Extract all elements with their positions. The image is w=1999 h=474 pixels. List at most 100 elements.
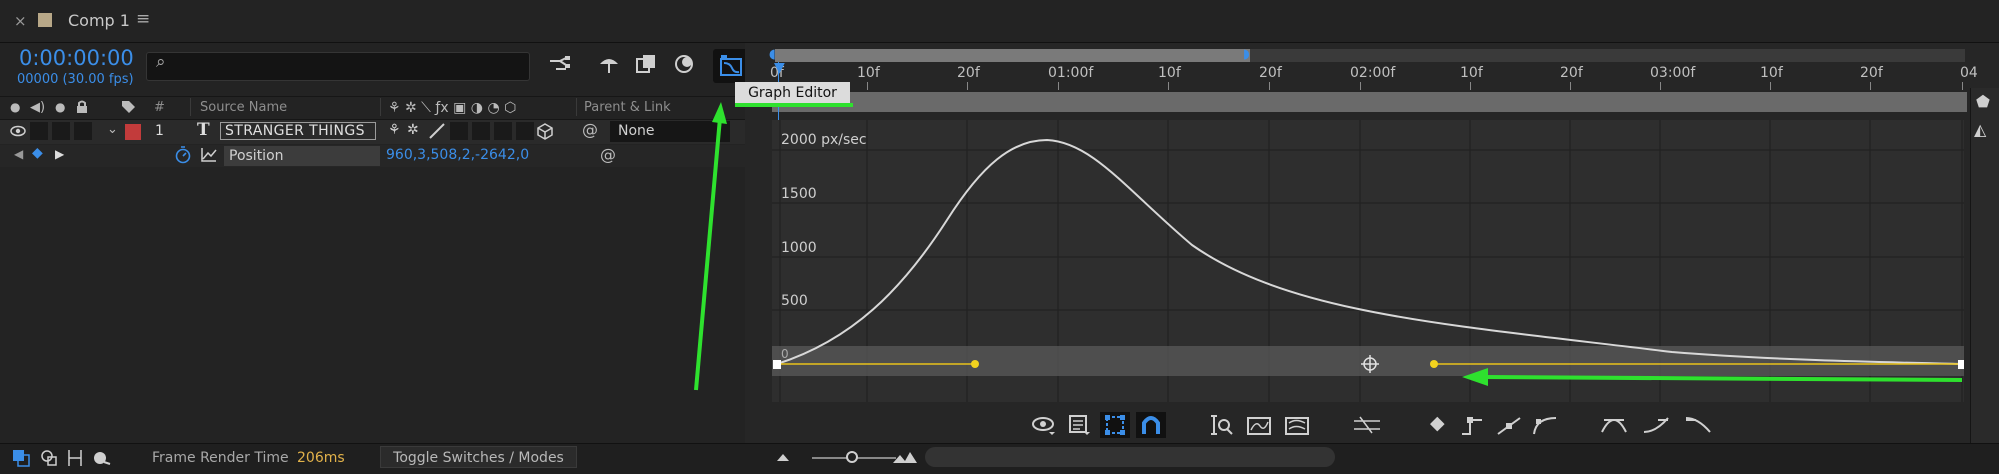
bezier-handle-left: [971, 360, 979, 368]
convert-hold-icon[interactable]: ◆: [1430, 412, 1445, 434]
effects-switch[interactable]: [450, 122, 468, 140]
frame-render-time-label: Frame Render Time: [152, 450, 289, 466]
column-separator: [380, 98, 381, 116]
current-time-indicator[interactable]: ▼: [774, 60, 785, 76]
parent-pick-whip-icon[interactable]: @: [582, 120, 598, 139]
motion-blur-switch[interactable]: [494, 122, 512, 140]
convert-to-linear-icon[interactable]: [1496, 414, 1522, 436]
ruler-tick-label: 10f: [857, 65, 880, 81]
zoom-out-icon[interactable]: [774, 450, 792, 464]
zoom-in-icon[interactable]: [892, 449, 918, 465]
modes-pane-icon[interactable]: [40, 449, 58, 467]
layer-number-header: #: [154, 100, 165, 115]
stopwatch-icon[interactable]: [174, 146, 192, 164]
edit-selected-keyframes-icon[interactable]: [1352, 414, 1382, 436]
quality-switch-icon[interactable]: [428, 123, 446, 139]
ruler-tick-label: 10f: [1460, 65, 1483, 81]
lock-switch[interactable]: [74, 122, 92, 140]
convert-to-auto-bezier-icon[interactable]: [1532, 414, 1558, 436]
velocity-curve: [776, 138, 1963, 365]
visibility-eye-icon[interactable]: [10, 125, 26, 137]
annotation-arrow-left: [1481, 375, 1963, 382]
switches-header-icons: ⚘ ✲ ⟍ ƒx ▣ ◑ ◔ ⬡: [388, 100, 517, 116]
ruler-tick: [1269, 82, 1270, 90]
keyframe-start: [773, 360, 781, 369]
close-tab-icon[interactable]: ×: [14, 12, 27, 30]
expression-pick-whip-icon[interactable]: @: [600, 145, 616, 164]
selection-band: [772, 346, 1964, 376]
snap-magnet-icon[interactable]: [1140, 414, 1162, 436]
layer-switches-pane-icon[interactable]: [12, 449, 30, 467]
tab-menu-icon[interactable]: ≡: [136, 9, 150, 29]
frame-blending-icon[interactable]: [635, 53, 659, 75]
zoom-slider-thumb[interactable]: [846, 451, 858, 463]
position-value[interactable]: 960,3,508,2,-2642,0: [386, 147, 529, 163]
layer-duration-bar[interactable]: [772, 92, 1967, 112]
layer-label-color[interactable]: [125, 124, 141, 140]
frame-blend-switch[interactable]: [472, 122, 490, 140]
comp-navigator-icon[interactable]: ◭: [1974, 120, 1986, 139]
layer-number: 1: [155, 123, 164, 139]
easy-ease-icon[interactable]: [1600, 414, 1628, 436]
ruler-tick-label: 10f: [1158, 65, 1181, 81]
ruler-tick-label: 02:00f: [1350, 65, 1396, 81]
audio-header-icon: ◀): [30, 100, 46, 115]
easy-ease-out-icon[interactable]: [1684, 414, 1712, 436]
zoom-marker-icon[interactable]: ⬟: [1976, 92, 1990, 111]
timeline-horizontal-scrollbar[interactable]: [925, 447, 1335, 467]
parent-link-header[interactable]: Parent & Link: [584, 100, 671, 115]
layer-search-input[interactable]: [146, 52, 530, 81]
show-properties-eye-icon[interactable]: [1032, 414, 1056, 436]
composition-color-swatch: [38, 13, 52, 27]
ruler-tick-label: 20f: [1860, 65, 1883, 81]
motion-blur-icon[interactable]: [672, 53, 696, 75]
ruler-tick-label: 04: [1960, 65, 1978, 81]
convert-to-hold-icon[interactable]: [1460, 414, 1486, 436]
y-axis-label-2000: 2000 px/sec: [781, 132, 867, 148]
text-layer-icon: T: [197, 120, 210, 140]
collapse-switch-icon[interactable]: ✲: [407, 122, 419, 138]
property-name[interactable]: Position: [224, 146, 380, 166]
graph-options-icon[interactable]: [1068, 414, 1092, 436]
current-time-display[interactable]: 0:00:00:00: [19, 46, 134, 70]
ruler-tick: [1660, 82, 1661, 90]
y-axis-label-500: 500: [781, 293, 808, 309]
graph-toggle-icon[interactable]: [200, 147, 218, 163]
next-keyframe-icon[interactable]: ▶: [55, 147, 64, 161]
ruler-tick-label: 20f: [1259, 65, 1282, 81]
ruler-tick-label: 01:00f: [1048, 65, 1094, 81]
graph-editor-button[interactable]: [713, 49, 749, 83]
keyframe-end: [1958, 360, 1964, 369]
source-name-header[interactable]: Source Name: [200, 100, 287, 115]
ruler-tick: [1770, 82, 1771, 90]
transform-box-icon[interactable]: [1104, 414, 1126, 436]
toggle-switches-modes-button[interactable]: Toggle Switches / Modes: [380, 446, 577, 468]
ruler-tick: [867, 82, 868, 90]
video-switch-header-icon: ●: [10, 100, 21, 114]
fit-all-graphs-icon[interactable]: [1246, 414, 1272, 436]
layer-name-field[interactable]: STRANGER THINGS: [220, 122, 376, 140]
3d-layer-icon[interactable]: [536, 122, 554, 140]
separate-dimensions-icon[interactable]: [1284, 414, 1310, 436]
keyframe-diamond-icon[interactable]: ◆: [32, 145, 43, 161]
fit-selection-icon[interactable]: [1208, 414, 1234, 436]
composition-tab-title[interactable]: Comp 1: [68, 11, 130, 30]
ruler-tick: [1570, 82, 1571, 90]
ruler-tick: [1470, 82, 1471, 90]
y-axis-label-0: 0: [781, 347, 789, 361]
ruler-tick: [1360, 82, 1361, 90]
composition-mini-flowchart-icon[interactable]: [548, 55, 572, 75]
expand-chevron-icon[interactable]: ⌄: [107, 122, 118, 137]
adjustment-switch[interactable]: [516, 122, 534, 140]
shy-switch-icon[interactable]: ⚘: [388, 122, 401, 138]
graph-vertical-zoom-strip: [1970, 88, 1999, 443]
composition-tab-bar: [0, 0, 1999, 43]
render-time-pane-icon[interactable]: [92, 449, 112, 467]
audio-switch[interactable]: [30, 122, 48, 140]
solo-switch[interactable]: [52, 122, 70, 140]
previous-keyframe-icon[interactable]: ◀: [14, 147, 23, 161]
easy-ease-in-icon[interactable]: [1642, 414, 1670, 436]
speed-graph[interactable]: [772, 120, 1964, 402]
in-out-pane-icon[interactable]: [66, 449, 84, 467]
shy-layers-icon[interactable]: [597, 54, 621, 76]
